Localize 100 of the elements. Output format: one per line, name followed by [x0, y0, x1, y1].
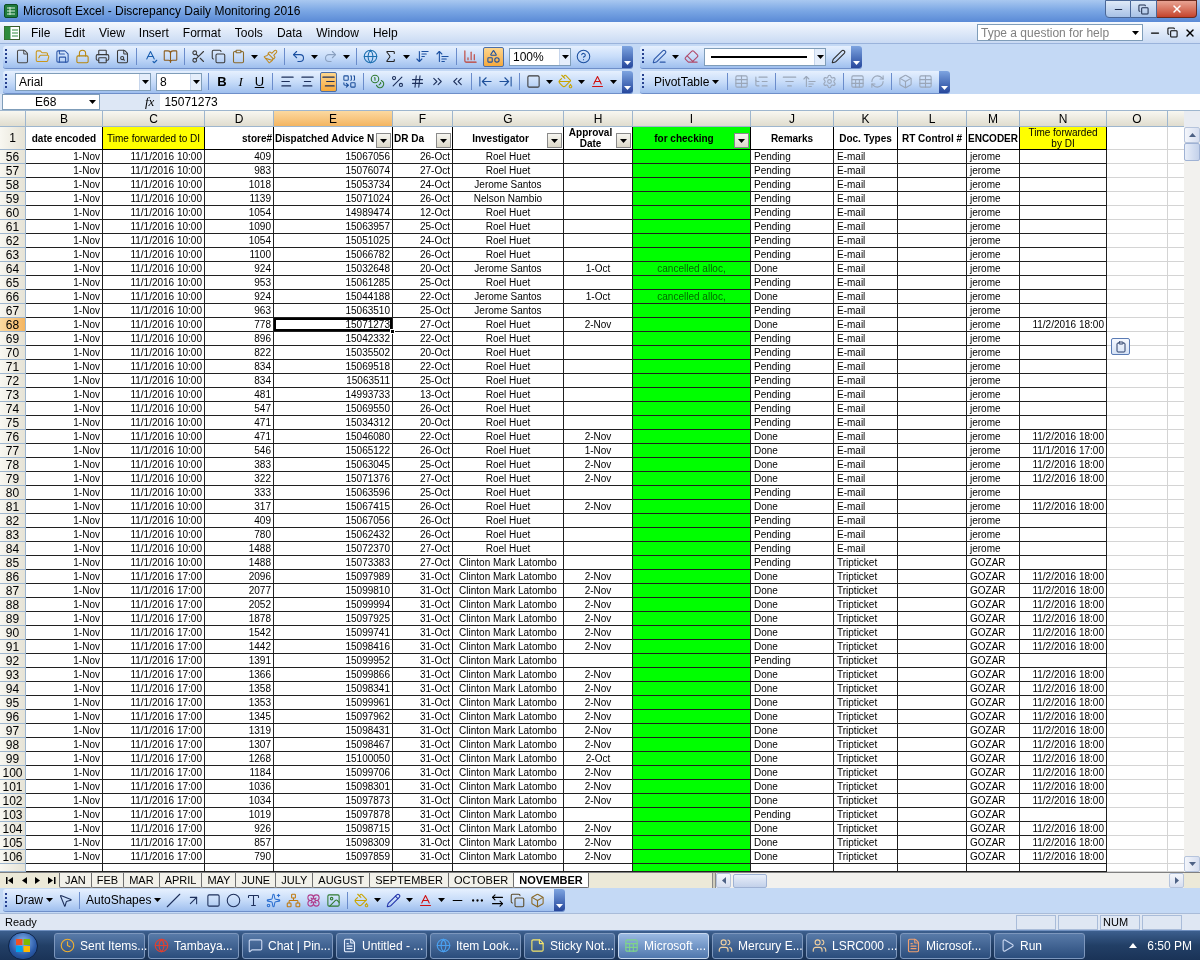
caret-icon[interactable] [89, 100, 96, 104]
scroll-up-button[interactable] [1184, 127, 1200, 143]
name-box[interactable]: E68 [2, 94, 100, 110]
caret-icon[interactable] [853, 60, 860, 65]
taskbar-button[interactable]: Chat | Pin... [242, 932, 333, 959]
text-style-button[interactable]: B [215, 72, 229, 91]
taskbar-button[interactable]: Mercury E... [712, 932, 803, 959]
taskbar-button[interactable]: Sent Items... [54, 932, 145, 959]
menu-item[interactable]: Insert [131, 22, 176, 43]
caret-icon[interactable] [251, 54, 258, 59]
picture-icon[interactable] [326, 892, 342, 908]
caret-icon[interactable] [403, 54, 410, 59]
taskbar-button[interactable]: LSRC000 ... [806, 932, 897, 959]
filter-button[interactable] [376, 133, 391, 148]
sigma-icon[interactable] [383, 49, 398, 64]
row-header[interactable]: 96 [0, 710, 26, 724]
caret-icon[interactable] [556, 904, 563, 908]
caret-icon[interactable] [941, 85, 948, 90]
row-header[interactable]: 103 [0, 808, 26, 822]
zoom-dropdown[interactable]: 100% [509, 47, 571, 66]
text-box-icon[interactable] [246, 892, 262, 908]
caret-icon[interactable] [624, 60, 631, 65]
row-header[interactable]: 67 [0, 304, 26, 318]
row-header[interactable]: 80 [0, 486, 26, 500]
font-color-icon[interactable] [589, 74, 605, 89]
menu-item[interactable]: Data [269, 22, 310, 43]
sheet-tab[interactable]: JULY [275, 873, 314, 888]
help-icon[interactable] [576, 49, 591, 64]
row-header[interactable]: 105 [0, 836, 26, 850]
column-header[interactable]: D [205, 111, 274, 127]
column-header[interactable]: E [274, 111, 393, 127]
taskbar-button[interactable]: Microsof... [900, 932, 991, 959]
font-color-icon[interactable] [418, 892, 434, 908]
menu-item[interactable]: Tools [227, 22, 270, 43]
paste-options-button[interactable] [1111, 338, 1130, 355]
sheet-tab[interactable]: OCTOBER [448, 873, 515, 888]
print-preview-icon[interactable] [115, 49, 130, 64]
scroll-thumb[interactable] [1184, 143, 1200, 161]
column-header[interactable]: I [633, 111, 751, 127]
column-header[interactable]: K [834, 111, 898, 127]
row-header[interactable]: 65 [0, 276, 26, 290]
line-style-dropdown[interactable] [704, 47, 826, 66]
row-header[interactable]: 81 [0, 500, 26, 514]
arrow-to-line-right-icon[interactable] [497, 74, 513, 89]
toolbar-options-button[interactable] [851, 45, 862, 68]
column-header[interactable]: B [26, 111, 103, 127]
draw-menu-button[interactable]: Draw [15, 891, 53, 909]
row-header[interactable]: 1 [0, 127, 26, 150]
toolbar-grip-icon[interactable] [5, 73, 8, 90]
row-header[interactable]: 101 [0, 780, 26, 794]
caret-icon[interactable] [374, 898, 382, 902]
sheet-tab[interactable]: MAY [201, 873, 237, 888]
sheet-tab[interactable]: AUGUST [312, 873, 371, 888]
row-header[interactable]: 102 [0, 794, 26, 808]
sheet-tab[interactable]: MAR [123, 873, 160, 888]
toolbar-grip-icon[interactable] [5, 891, 8, 909]
toolbar-options-button[interactable] [622, 70, 633, 93]
row-header[interactable]: 70 [0, 346, 26, 360]
row-header[interactable]: 94 [0, 682, 26, 696]
fill-handle-icon[interactable] [390, 329, 395, 334]
workbook-icon[interactable] [4, 25, 20, 40]
row-header[interactable]: 57 [0, 164, 26, 178]
undo-icon[interactable] [291, 49, 306, 64]
pen-icon[interactable] [831, 49, 846, 64]
font-size-dropdown[interactable]: 8 [156, 72, 202, 91]
row-header[interactable]: 84 [0, 542, 26, 556]
book-icon[interactable] [163, 49, 178, 64]
menu-item[interactable]: Window [309, 22, 366, 43]
caret-icon[interactable] [561, 54, 569, 59]
arrow-to-line-left-icon[interactable] [477, 74, 493, 89]
column-header[interactable]: G [453, 111, 564, 127]
sheet-tab[interactable]: JUNE [235, 873, 277, 888]
toolbar-options-button[interactable] [622, 45, 633, 68]
pointer-icon[interactable] [58, 892, 73, 908]
close-button[interactable] [1157, 0, 1197, 18]
toolbar-options-button[interactable] [939, 70, 950, 93]
row-header[interactable]: 62 [0, 234, 26, 248]
coins-icon[interactable] [369, 74, 385, 89]
filter-button[interactable] [734, 133, 749, 148]
clipboard-icon[interactable] [231, 49, 246, 64]
row-header[interactable]: 86 [0, 570, 26, 584]
row-header[interactable]: 83 [0, 528, 26, 542]
horizontal-scrollbar[interactable] [716, 873, 1184, 888]
row-header[interactable]: 87 [0, 584, 26, 598]
diagram-icon[interactable] [286, 892, 302, 908]
autoshapes-menu-button[interactable]: AutoShapes [86, 891, 162, 909]
toolbar-grip-icon[interactable] [642, 73, 645, 90]
taskbar-button[interactable]: Untitled - ... [336, 932, 427, 959]
row-header[interactable]: 88 [0, 598, 26, 612]
caret-icon[interactable] [406, 898, 414, 902]
pencil-icon[interactable] [386, 892, 402, 908]
column-header[interactable]: C [103, 111, 205, 127]
caret-icon[interactable] [551, 138, 558, 143]
start-button[interactable] [8, 931, 38, 960]
row-header[interactable]: 90 [0, 626, 26, 640]
caret-icon[interactable] [154, 898, 162, 902]
printer-icon[interactable] [95, 49, 110, 64]
toolbar-grip-icon[interactable] [642, 48, 645, 65]
caret-icon[interactable] [141, 79, 149, 84]
hash-icon[interactable] [409, 74, 425, 89]
